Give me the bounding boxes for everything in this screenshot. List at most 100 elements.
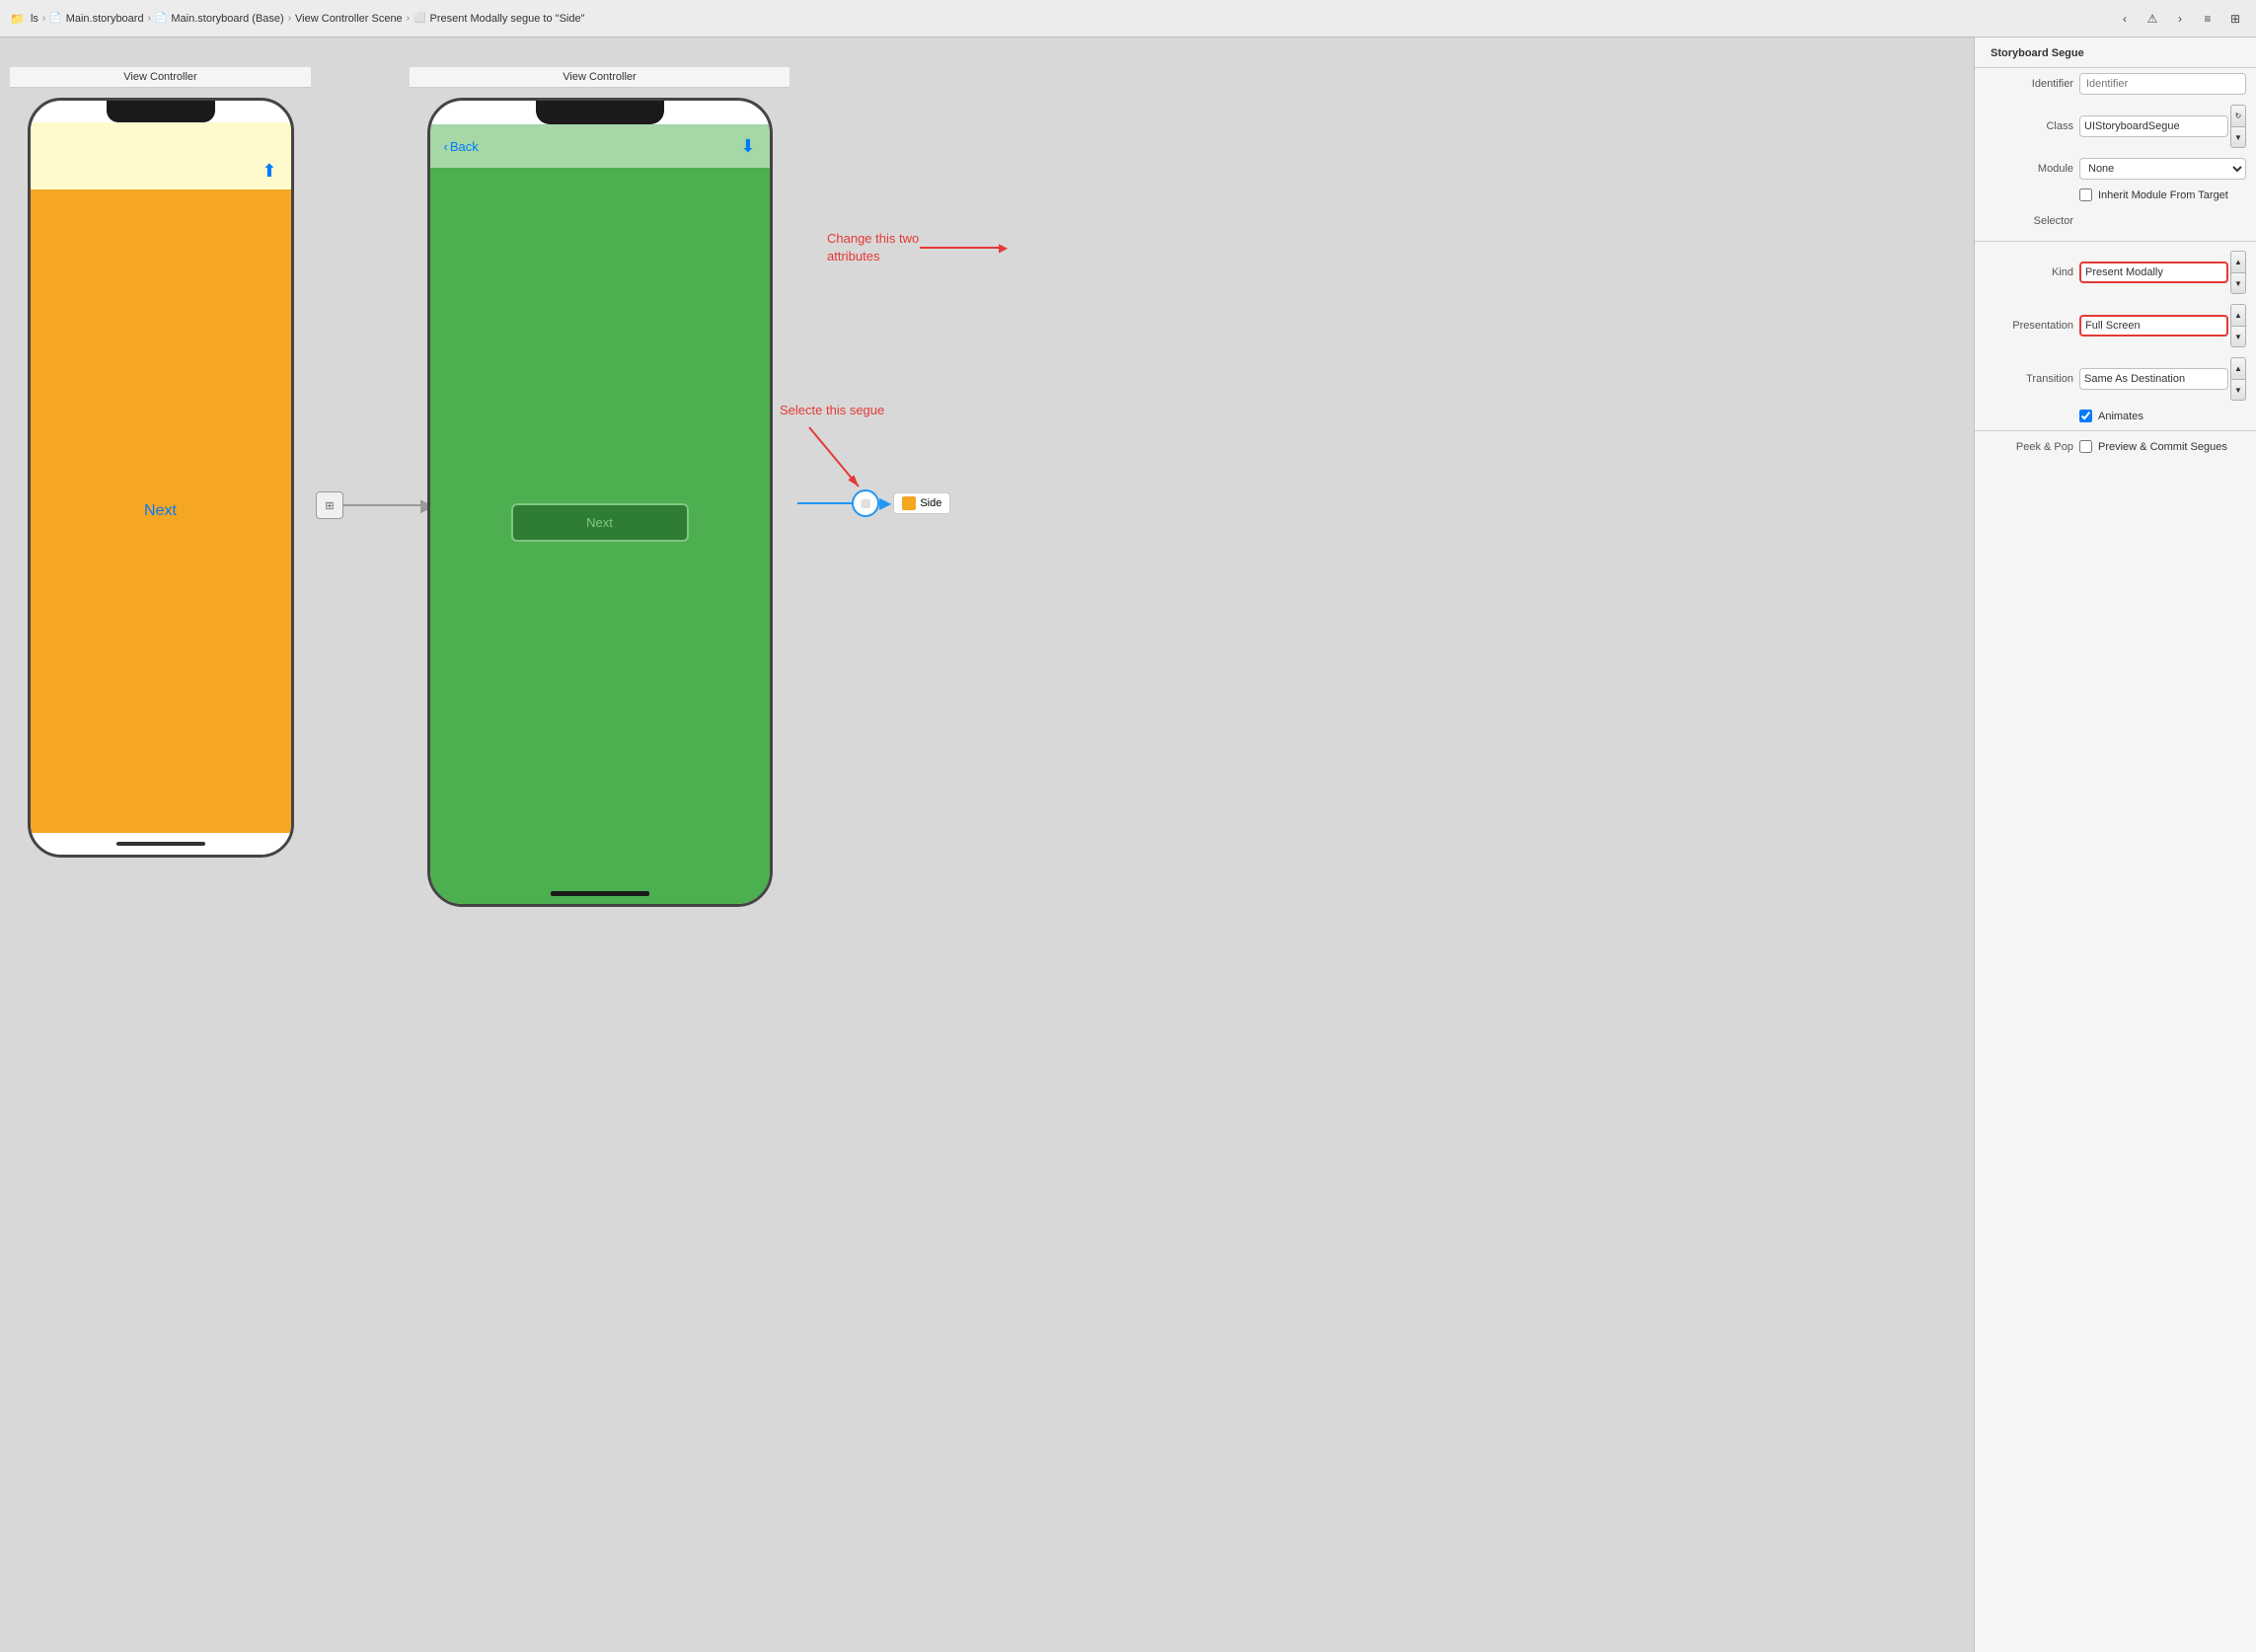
- side-chip-icon: [902, 496, 916, 510]
- breadcrumb-segue-icon: ⬜: [414, 13, 425, 24]
- module-row: Module None: [1975, 153, 2256, 185]
- nav-back-button[interactable]: ‹: [2114, 8, 2136, 30]
- animates-row: Animates: [1975, 406, 2256, 426]
- kind-stepper-up[interactable]: ▲: [2230, 251, 2246, 272]
- phone-right: ‹ Back ⬇ Next: [427, 98, 773, 907]
- divider-1: [1975, 241, 2256, 242]
- phone-right-notch: [536, 101, 664, 124]
- presentation-label: Presentation: [1985, 320, 2073, 332]
- annotation-select: Selecte this segue: [780, 403, 884, 417]
- breadcrumb: ls › 📄 Main.storyboard › 📄 Main.storyboa…: [31, 13, 585, 25]
- phone-left-notch: [107, 101, 215, 122]
- class-stepper: ↻ ▼: [2230, 105, 2246, 148]
- main-content: View Controller ⬆ Next: [0, 38, 2256, 1652]
- phone-left: ⬆ Next: [28, 98, 294, 858]
- presentation-stepper-down[interactable]: ▼: [2230, 326, 2246, 347]
- peek-row: Peek & Pop Preview & Commit Segues: [1975, 435, 2256, 458]
- vc-left-title: View Controller: [10, 67, 311, 88]
- nav-warning-button[interactable]: ⚠: [2142, 8, 2163, 30]
- side-chip: Side: [893, 492, 950, 514]
- peek-label: Peek & Pop: [1985, 441, 2073, 453]
- inspector-title: Storyboard Segue: [1975, 38, 2256, 68]
- class-select[interactable]: UIStoryboardSegue: [2079, 115, 2228, 137]
- download-icon: ⬇: [740, 136, 755, 157]
- segue-right-arrow: ▶: [879, 493, 891, 513]
- selector-input[interactable]: [2079, 210, 2246, 232]
- breadcrumb-storyboard-base-icon: 📄: [155, 13, 167, 24]
- peek-checkbox[interactable]: [2079, 440, 2092, 453]
- phone-right-navbar: ‹ Back ⬇: [430, 124, 770, 168]
- annotation-select-arrow: [799, 422, 878, 501]
- toolbar: 📁 ls › 📄 Main.storyboard › 📄 Main.storyb…: [0, 0, 2256, 38]
- presentation-select-group: Full Screen ▲ ▼: [2079, 304, 2246, 347]
- breadcrumb-segue: Present Modally segue to "Side": [429, 13, 584, 25]
- transition-stepper-down[interactable]: ▼: [2230, 379, 2246, 401]
- back-label: Back: [450, 139, 479, 154]
- breadcrumb-sep-2: ›: [148, 13, 151, 24]
- transition-row: Transition Same As Destination ▲ ▼: [1975, 352, 2256, 406]
- identifier-row: Identifier: [1975, 68, 2256, 100]
- phone-right-bottom: [430, 882, 770, 904]
- phone-left-top: ⬆: [31, 122, 291, 189]
- transition-select-group: Same As Destination ▲ ▼: [2079, 357, 2246, 401]
- class-stepper-up[interactable]: ↻: [2230, 105, 2246, 126]
- presentation-stepper: ▲ ▼: [2230, 304, 2246, 347]
- home-indicator-left: [116, 842, 205, 846]
- annotation-change-arrow: ▶: [920, 240, 1008, 257]
- phone-right-next-label: Next: [586, 515, 613, 530]
- breadcrumb-sep-3: ›: [288, 13, 291, 24]
- class-select-group: UIStoryboardSegue ↻ ▼: [2079, 105, 2246, 148]
- annotation-change: Change this two attributes ▶: [827, 230, 919, 265]
- phone-right-next-button: Next: [511, 503, 689, 542]
- transition-stepper-up[interactable]: ▲: [2230, 357, 2246, 379]
- presentation-stepper-up[interactable]: ▲: [2230, 304, 2246, 326]
- presentation-row: Presentation Full Screen ▲ ▼: [1975, 299, 2256, 352]
- annotation-select-text: Selecte this segue: [780, 403, 884, 417]
- class-label: Class: [1985, 120, 2073, 132]
- inherit-row: Inherit Module From Target: [1975, 185, 2256, 205]
- class-row: Class UIStoryboardSegue ↻ ▼: [1975, 100, 2256, 153]
- kind-label: Kind: [1985, 266, 2073, 278]
- home-indicator-right: [551, 891, 649, 896]
- nav-grid-button[interactable]: ⊞: [2224, 8, 2246, 30]
- nav-forward-button[interactable]: ›: [2169, 8, 2191, 30]
- vc-panel-right: View Controller ‹ Back ⬇ Next: [410, 67, 790, 917]
- inspector-panel: Storyboard Segue Identifier Class UIStor…: [1974, 38, 2256, 1652]
- kind-row: Kind Present Modally ▲ ▼: [1975, 246, 2256, 299]
- folder-icon: 📁: [10, 12, 25, 26]
- kind-stepper: ▲ ▼: [2230, 251, 2246, 294]
- canvas-area: View Controller ⬆ Next: [0, 38, 1974, 1652]
- module-label: Module: [1985, 163, 2073, 175]
- back-button: ‹ Back: [444, 139, 479, 154]
- nav-menu-button[interactable]: ≡: [2197, 8, 2218, 30]
- transition-select[interactable]: Same As Destination: [2079, 368, 2228, 390]
- share-icon: ⬆: [262, 161, 276, 182]
- breadcrumb-storyboard-icon: 📄: [49, 13, 61, 24]
- selector-row: Selector: [1975, 205, 2256, 237]
- inherit-checkbox[interactable]: [2079, 188, 2092, 201]
- transition-stepper: ▲ ▼: [2230, 357, 2246, 401]
- kind-select-group: Present Modally ▲ ▼: [2079, 251, 2246, 294]
- selector-label: Selector: [1985, 215, 2073, 227]
- phone-left-body: Next: [31, 189, 291, 833]
- phone-left-next-label: Next: [144, 502, 177, 520]
- module-select[interactable]: None: [2079, 158, 2246, 180]
- kind-stepper-down[interactable]: ▼: [2230, 272, 2246, 294]
- segue-gray-icon: ⊞: [316, 491, 343, 519]
- breadcrumb-sep-1: ›: [42, 13, 45, 24]
- kind-select[interactable]: Present Modally: [2079, 262, 2228, 283]
- phone-right-body: Next: [430, 168, 770, 882]
- vc-right-title: View Controller: [410, 67, 790, 88]
- class-stepper-down[interactable]: ▼: [2230, 126, 2246, 148]
- animates-label: Animates: [2098, 411, 2143, 422]
- breadcrumb-vc-scene: View Controller Scene: [295, 13, 403, 25]
- identifier-label: Identifier: [1985, 78, 2073, 90]
- presentation-select[interactable]: Full Screen: [2079, 315, 2228, 337]
- identifier-input[interactable]: [2079, 73, 2246, 95]
- animates-checkbox[interactable]: [2079, 410, 2092, 422]
- transition-label: Transition: [1985, 373, 2073, 385]
- segue-line: [797, 502, 852, 504]
- divider-2: [1975, 430, 2256, 431]
- breadcrumb-ls: ls: [31, 13, 38, 25]
- side-chip-label: Side: [920, 497, 941, 509]
